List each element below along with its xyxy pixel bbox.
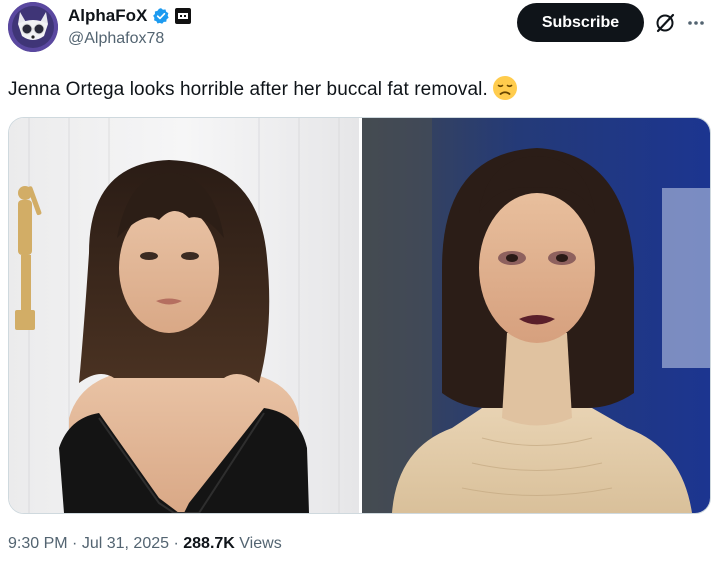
grok-icon[interactable] [654,12,676,34]
subscribe-button[interactable]: Subscribe [517,3,644,42]
tweet-time[interactable]: 9:30 PM [8,535,68,552]
verified-badge-icon[interactable] [152,7,170,25]
meta-separator: · [173,535,179,552]
tweet-text: Jenna Ortega looks horrible after her bu… [8,75,518,101]
meta-separator: · [72,535,78,552]
more-icon[interactable] [686,13,706,33]
tweet-meta: 9:30 PM · Jul 31, 2025 · 288.7K Views [8,535,282,553]
photo-left[interactable] [9,118,359,513]
affiliate-badge-icon[interactable] [175,8,192,24]
views-label: Views [239,535,282,552]
affiliate-mark-icon [178,13,189,19]
tweet-date[interactable]: Jul 31, 2025 [82,535,169,552]
photo-right[interactable] [362,118,710,513]
disappointed-face-emoji [492,76,517,100]
tweet-media[interactable] [8,117,711,514]
author-handle[interactable]: @Alphafox78 [68,30,164,48]
author-name-row: AlphaFoX [68,5,192,27]
views-count: 288.7K [183,535,235,552]
author-display-name[interactable]: AlphaFoX [68,6,147,26]
tweet-text-body: Jenna Ortega looks horrible after her bu… [8,79,488,100]
fox-avatar-icon [8,2,58,52]
avatar[interactable] [8,2,58,52]
